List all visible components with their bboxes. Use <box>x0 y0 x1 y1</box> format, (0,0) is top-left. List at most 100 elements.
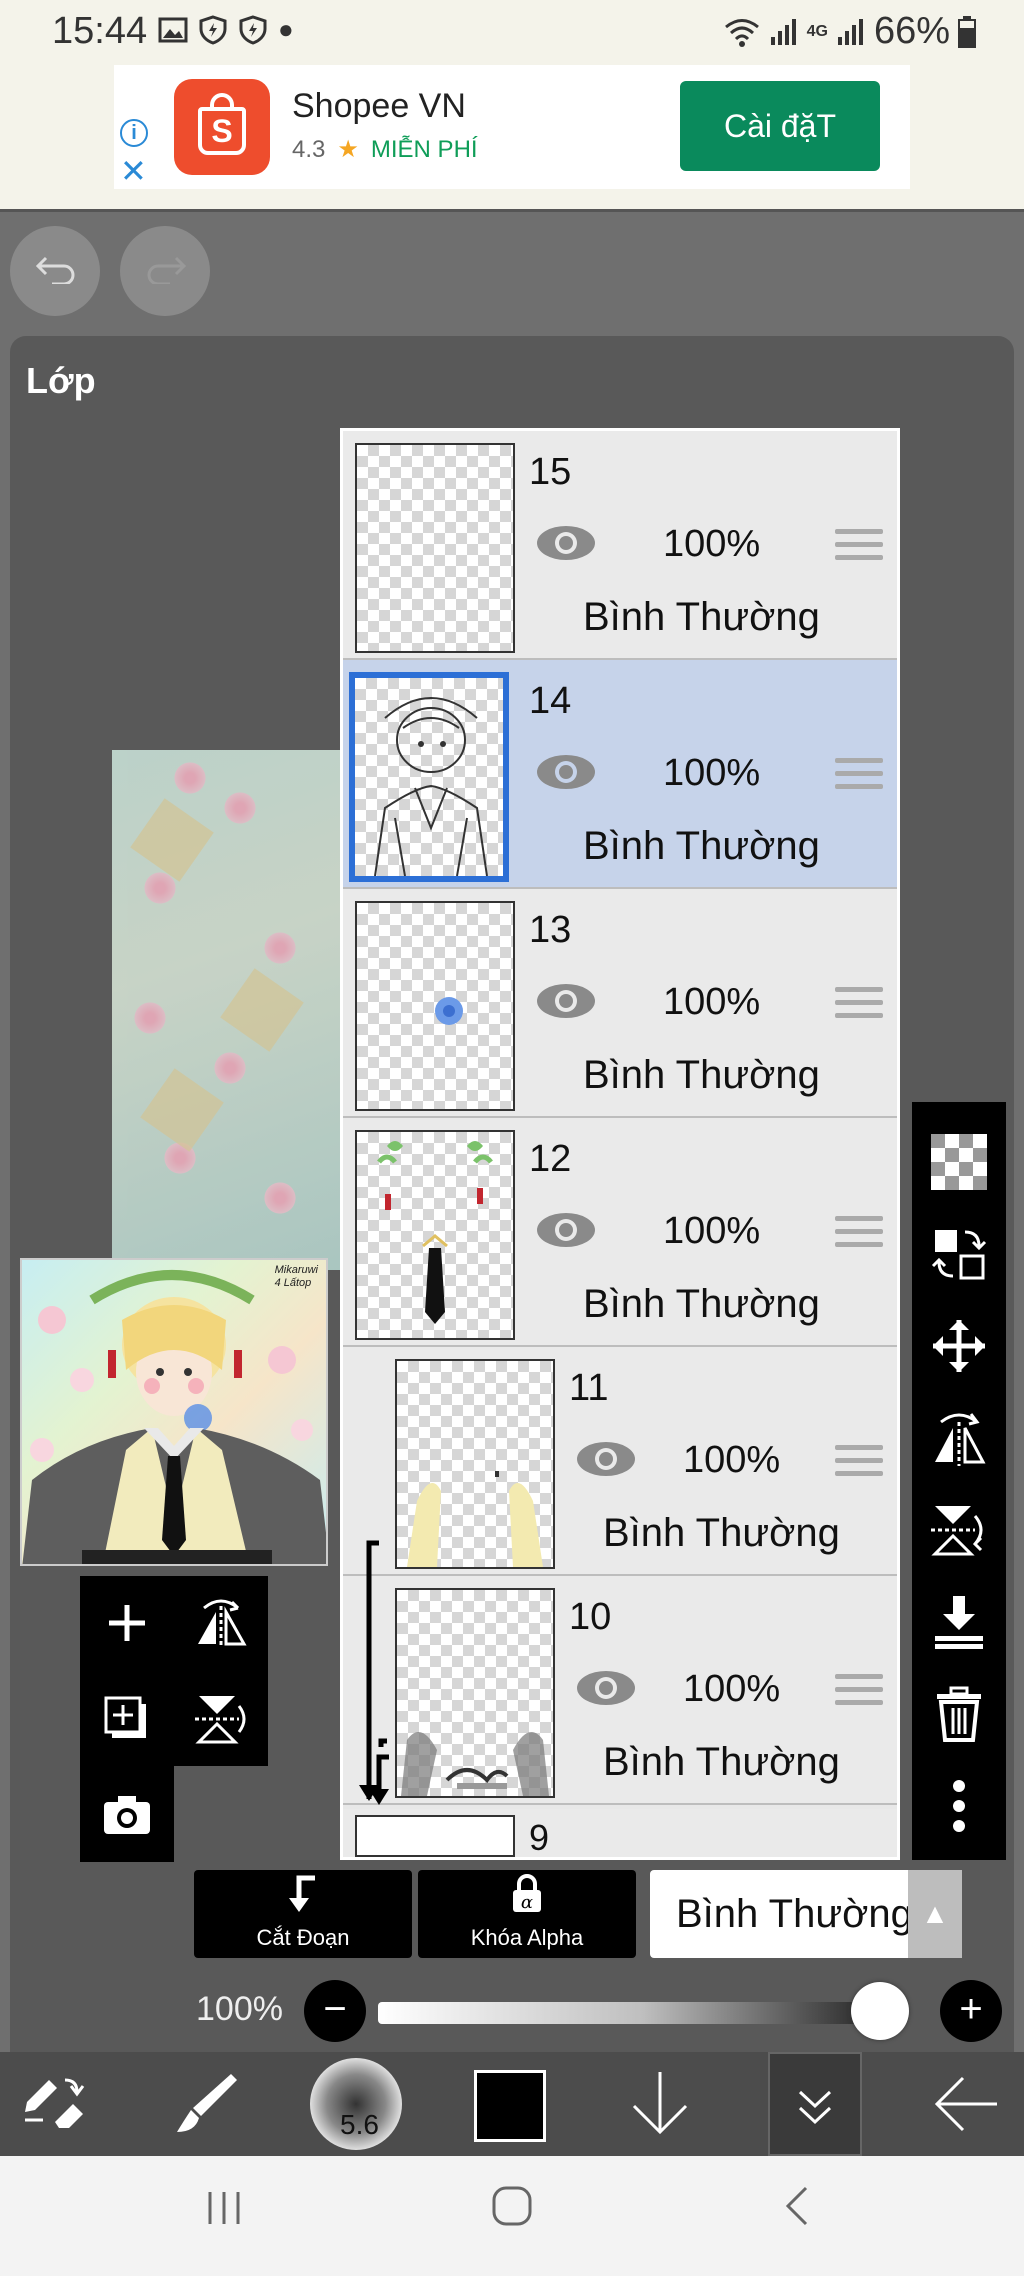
eye-icon[interactable] <box>535 1210 597 1250</box>
layer-row[interactable]: 13 100% Bình Thường <box>343 889 897 1118</box>
opacity-decrease-button[interactable]: − <box>304 1980 366 2042</box>
clipping-arrow-icon <box>194 1870 412 1925</box>
layer-panel-toggle-button[interactable] <box>768 2052 862 2156</box>
pen-eraser-swap-icon <box>25 2078 85 2128</box>
home-button[interactable] <box>490 2182 534 2240</box>
layer-thumbnail <box>355 1815 515 1857</box>
alpha-lock-label: Khóa Alpha <box>470 1925 584 1950</box>
ad-rating: 4.3 <box>292 135 326 163</box>
clipping-button[interactable]: Cắt Đoạn <box>194 1870 412 1958</box>
layer-thumbnail <box>395 1588 555 1798</box>
layer-row-clipped[interactable]: 10 100% Bình Thường <box>343 1576 897 1805</box>
plus-icon <box>109 1605 145 1641</box>
thumbnail-artwork <box>22 1270 326 1564</box>
layer-number: 12 <box>529 1138 572 1180</box>
layer-thumbnail <box>355 1130 515 1340</box>
blue-flower-thumb <box>435 997 463 1025</box>
drag-handle-icon[interactable] <box>835 1674 883 1710</box>
opacity-slider[interactable] <box>378 1982 909 2040</box>
layer-list[interactable]: 15 100% Bình Thường 14 100% Bình Thường … <box>340 428 900 1860</box>
camera-icon <box>104 1796 150 1834</box>
layer-number: 15 <box>529 451 572 493</box>
layer-row[interactable]: 15 100% Bình Thường <box>343 431 897 660</box>
layer-row-selected[interactable]: 14 100% Bình Thường <box>343 660 897 889</box>
alpha-lock-button[interactable]: α Khóa Alpha <box>418 1870 636 1958</box>
more-options-button[interactable] <box>912 1760 1006 1852</box>
move-down-button[interactable] <box>620 2052 700 2156</box>
signal-icon <box>837 18 863 45</box>
panel-title: Lớp <box>26 360 96 401</box>
back-nav-button[interactable] <box>782 2182 812 2240</box>
flip-horizontal-icon <box>198 1599 247 1648</box>
flip-horizontal-button[interactable] <box>174 1576 268 1670</box>
add-copy-layer-button[interactable] <box>80 1672 174 1766</box>
recent-apps-button[interactable] <box>204 2182 244 2240</box>
undo-icon <box>35 256 75 284</box>
shopee-logo-icon: S <box>174 79 270 175</box>
install-button[interactable]: Cài đặT <box>680 81 880 171</box>
flip-vertical-button[interactable] <box>174 1672 268 1766</box>
camera-button[interactable] <box>80 1768 174 1862</box>
drag-handle-icon[interactable] <box>835 529 883 565</box>
triangle-up-icon: ▲ <box>908 1870 962 1958</box>
clipping-label: Cắt Đoạn <box>256 1925 350 1950</box>
layer-opacity: 100% <box>683 1439 781 1481</box>
slider-knob[interactable] <box>850 1982 909 2040</box>
close-icon[interactable]: ✕ <box>120 155 147 187</box>
convert-icon <box>931 1230 987 1280</box>
drag-handle-icon[interactable] <box>835 1216 883 1252</box>
notification-icons: ● <box>158 14 294 45</box>
status-time: 15:44 <box>52 10 148 52</box>
drag-handle-icon[interactable] <box>835 1445 883 1481</box>
eye-icon[interactable] <box>535 523 597 563</box>
eye-icon[interactable] <box>535 752 597 792</box>
delete-layer-button[interactable] <box>912 1668 1006 1760</box>
info-icon[interactable]: i <box>120 119 148 147</box>
layer-opacity: 100% <box>683 1668 781 1710</box>
color-swatch[interactable] <box>474 2070 546 2142</box>
canvas-thumbnail[interactable]: Mikaruwi 4 Lấtop <box>20 1258 328 1566</box>
ad-card[interactable]: i ✕ S Shopee VN 4.3 ★ MIỄN PHÍ Cài đặT <box>114 65 910 189</box>
layer-opacity: 100% <box>663 1210 761 1252</box>
dot-icon: ● <box>278 14 294 44</box>
eye-icon[interactable] <box>575 1439 637 1479</box>
back-button[interactable] <box>926 2052 1006 2156</box>
layer-number: 14 <box>529 680 572 722</box>
drag-handle-icon[interactable] <box>835 758 883 794</box>
lineart-thumb <box>374 697 488 876</box>
drag-handle-icon[interactable] <box>835 987 883 1023</box>
opacity-label: 100% <box>196 1990 283 2028</box>
add-layer-button[interactable] <box>80 1576 174 1670</box>
blend-mode-select[interactable]: Bình Thường ▲ <box>650 1870 962 1958</box>
layer-row[interactable]: 12 100% Bình Thường <box>343 1118 897 1347</box>
arrow-left-icon <box>934 2076 997 2132</box>
layer-blend-mode: Bình Thường <box>583 1053 820 1097</box>
layer-row-partial[interactable]: 9 <box>343 1809 897 1857</box>
layer-thumbnail <box>355 443 515 653</box>
tool-swap-button[interactable] <box>14 2052 94 2156</box>
flip-horizontal-button[interactable] <box>912 1392 1006 1484</box>
layer-opacity: 100% <box>663 752 761 794</box>
chevron-left-icon <box>785 2186 808 2226</box>
add-copy-icon <box>104 1696 146 1738</box>
trash-icon <box>937 1686 981 1742</box>
canvas-artwork <box>112 750 342 1270</box>
eye-icon[interactable] <box>535 981 597 1021</box>
arrow-down-icon <box>632 2072 688 2135</box>
layer-row-clipped[interactable]: 11 100% Bình Thường <box>343 1347 897 1576</box>
blend-mode-value: Bình Thường <box>676 1892 913 1936</box>
eye-icon[interactable] <box>575 1668 637 1708</box>
brush-size-button[interactable]: 5.6 <box>310 2058 402 2150</box>
transparency-button[interactable] <box>912 1116 1006 1208</box>
opacity-increase-button[interactable]: + <box>940 1980 1002 2042</box>
flip-vertical-button[interactable] <box>912 1484 1006 1576</box>
brush-tool-button[interactable] <box>166 2052 246 2156</box>
layer-number: 10 <box>569 1596 612 1638</box>
convert-layer-button[interactable] <box>912 1208 1006 1300</box>
undo-button[interactable] <box>10 226 100 316</box>
brush-size-value: 5.6 <box>340 2109 379 2140</box>
move-button[interactable] <box>912 1300 1006 1392</box>
redo-button[interactable] <box>120 226 210 316</box>
ad-meta: 4.3 ★ MIỄN PHÍ <box>292 135 478 164</box>
merge-down-button[interactable] <box>912 1576 1006 1668</box>
